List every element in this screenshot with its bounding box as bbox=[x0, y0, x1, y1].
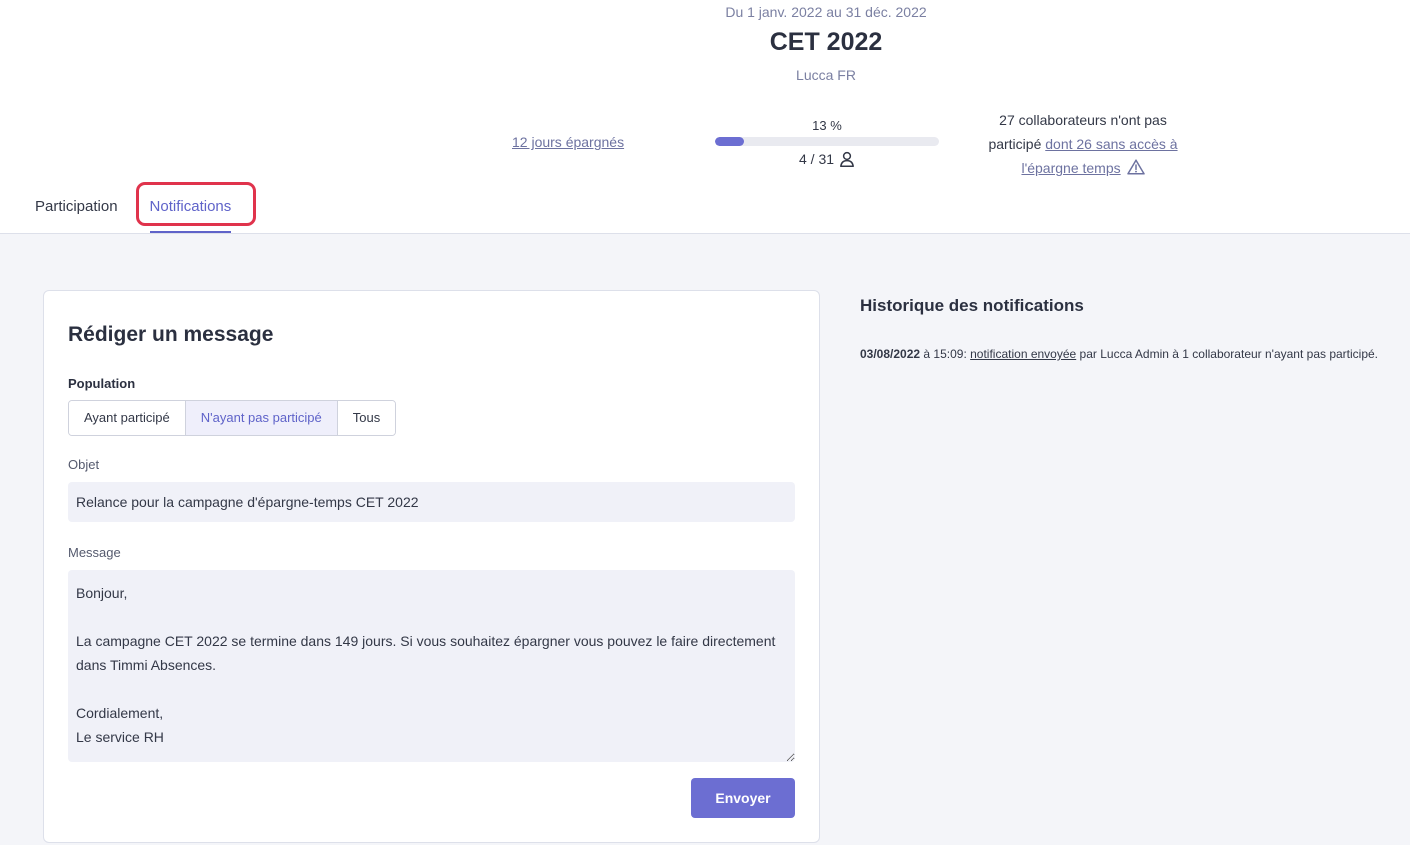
no-access-link[interactable]: dont 26 sans accès à l'épargne temps bbox=[1021, 136, 1177, 176]
warning-icon bbox=[1126, 159, 1145, 175]
compose-message-card: Rédiger un message Population Ayant part… bbox=[43, 290, 820, 843]
history-entry-link[interactable]: notification envoyée bbox=[970, 347, 1076, 361]
progress-bar-fill bbox=[715, 137, 745, 146]
saved-days-link[interactable]: 12 jours épargnés bbox=[512, 134, 624, 150]
message-label: Message bbox=[68, 545, 121, 560]
history-entry-time: à 15:09: bbox=[923, 347, 967, 361]
campaign-title: CET 2022 bbox=[769, 28, 883, 56]
population-option-not-participated[interactable]: N'ayant pas participé bbox=[185, 401, 338, 435]
subject-label: Objet bbox=[68, 457, 100, 472]
campaign-header: Du 1 janv. 2022 au 31 déc. 2022 CET 2022… bbox=[0, 0, 1410, 234]
subject-input[interactable] bbox=[68, 482, 795, 522]
tab-participation[interactable]: Participation bbox=[35, 190, 118, 234]
progress-percent: 13 % bbox=[812, 118, 842, 133]
history-entry-date: 03/08/2022 bbox=[860, 347, 921, 361]
participants-count-row: 4 / 31 bbox=[715, 151, 939, 167]
history-title: Historique des notifications bbox=[860, 296, 1084, 315]
nonparticipants-summary: 27 collaborateurs n'ont pas participé do… bbox=[972, 108, 1194, 180]
compose-title: Rédiger un message bbox=[68, 323, 274, 346]
population-option-all[interactable]: Tous bbox=[337, 401, 396, 435]
participation-progress: 13 % 4 / 31 bbox=[715, 117, 939, 167]
user-icon bbox=[840, 151, 854, 167]
message-textarea[interactable] bbox=[68, 570, 795, 762]
population-selector: Ayant participé N'ayant pas participé To… bbox=[68, 400, 397, 436]
history-entry: 03/08/2022 à 15:09: notification envoyée… bbox=[860, 342, 1380, 366]
send-button[interactable]: Envoyer bbox=[691, 778, 795, 818]
population-option-participated[interactable]: Ayant participé bbox=[69, 401, 186, 435]
population-label: Population bbox=[68, 376, 136, 391]
company-name: Lucca FR bbox=[796, 67, 856, 83]
campaign-period: Du 1 janv. 2022 au 31 déc. 2022 bbox=[725, 4, 927, 20]
tab-highlight-outline bbox=[136, 182, 256, 226]
progress-bar bbox=[715, 137, 939, 146]
history-entry-details: par Lucca Admin à 1 collaborateur n'ayan… bbox=[1079, 347, 1379, 361]
participants-count: 4 / 31 bbox=[798, 151, 835, 167]
